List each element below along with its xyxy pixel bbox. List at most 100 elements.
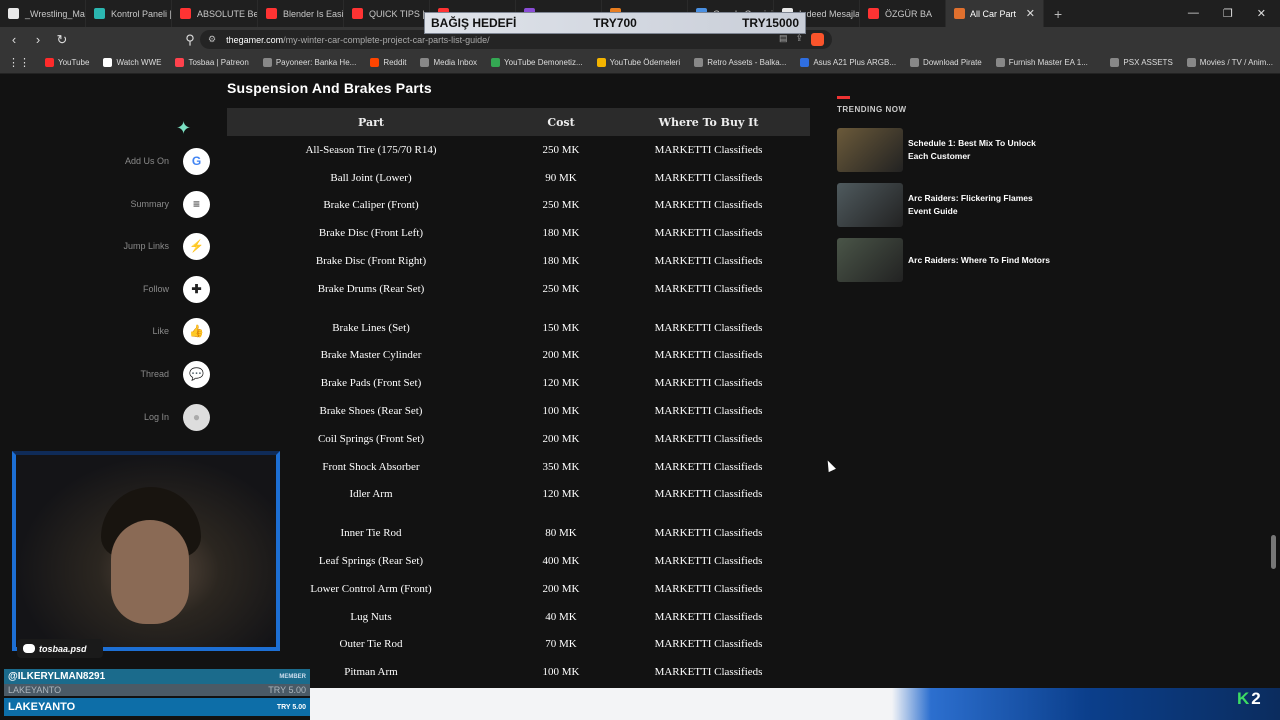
- trending-accent-bar: [837, 96, 850, 99]
- cell-where: MARKETTI Classifieds: [654, 321, 763, 334]
- close-window-button[interactable]: ✕: [1257, 7, 1266, 20]
- share-item-summary[interactable]: Summary ≡: [100, 190, 210, 218]
- share-item-like[interactable]: Like 👍: [100, 317, 210, 345]
- browser-tab[interactable]: ÖZGÜR BA: [860, 0, 946, 27]
- browser-tab[interactable]: Blender Is Easie: [258, 0, 344, 27]
- cell-where: MARKETTI Classifieds: [654, 227, 763, 240]
- bookmark-item[interactable]: Furnish Master EA 1...: [989, 58, 1095, 67]
- member-alert: @ILKERYLMAN8291 MEMBER: [4, 669, 310, 684]
- table-row: Brake Disc (Front Right) 180 MK MARKETTI C…: [227, 247, 810, 275]
- share-item-label: Summary: [130, 199, 169, 209]
- cell-cost: 40 MK: [545, 610, 577, 623]
- bookmark-item[interactable]: Retro Assets - Balka...: [687, 58, 793, 67]
- trending-heading: TRENDING NOW: [837, 105, 907, 114]
- bookmark-item[interactable]: Movies / TV / Anim...: [1180, 58, 1280, 67]
- avatar-icon[interactable]: ●: [183, 403, 210, 431]
- bookmark-label: PSX ASSETS: [1123, 58, 1173, 67]
- bookmark-item[interactable]: Download Pirate: [903, 58, 989, 67]
- apps-icon[interactable]: ⋮⋮: [0, 56, 38, 69]
- cell-where: MARKETTI Classifieds: [654, 460, 763, 473]
- maximize-button[interactable]: ❐: [1223, 7, 1233, 20]
- cell-cost: 350 MK: [542, 460, 580, 473]
- site-settings-icon[interactable]: ⚙: [208, 34, 216, 45]
- browser-tab[interactable]: _Wrestling_Ma: [0, 0, 86, 27]
- bookmark-item[interactable]: Reddit: [363, 58, 413, 67]
- bookmark-item[interactable]: YouTube: [38, 58, 96, 67]
- lightning-icon[interactable]: ⚡: [183, 232, 210, 260]
- bookmark-item[interactable]: Asus A21 Plus ARGB...: [793, 58, 903, 67]
- bookmark-item[interactable]: YouTube Demonetiz...: [484, 58, 590, 67]
- bookmarks-right-group: PSX ASSETS Movies / TV / Anim...: [1103, 58, 1280, 67]
- share-item-add-us-on[interactable]: Add Us On G: [100, 147, 210, 175]
- bookmark-label: Watch WWE: [116, 58, 162, 67]
- table-row: Lug Nuts 40 MK MARKETTI Classifieds: [227, 603, 810, 631]
- close-tab-icon[interactable]: ✕: [1026, 7, 1035, 20]
- browser-tab[interactable]: Kontrol Paneli |: [86, 0, 172, 27]
- bookmark-item[interactable]: Media Inbox: [413, 58, 484, 67]
- thumbs-up-icon[interactable]: 👍: [183, 317, 210, 345]
- table-row: Brake Drums (Rear Set) 250 MK MARKETTI Cla…: [227, 275, 810, 303]
- thread-icon[interactable]: 💬: [183, 360, 210, 388]
- trending-title[interactable]: Arc Raiders: Flickering Flames Event Gui…: [908, 192, 1057, 218]
- stream-bottom-bar: [310, 688, 1280, 720]
- cell-cost: 100 MK: [542, 666, 580, 679]
- tab-favicon-icon: [94, 8, 105, 19]
- reload-icon[interactable]: ↻: [52, 32, 72, 48]
- reader-mode-icon[interactable]: ▤: [779, 33, 788, 46]
- forward-icon[interactable]: ›: [28, 32, 48, 47]
- trending-item[interactable]: Arc Raiders: Where To Find Motors: [837, 237, 1057, 283]
- scrollbar-thumb[interactable]: [1271, 535, 1276, 569]
- share-item-thread[interactable]: Thread 💬: [100, 360, 210, 388]
- trending-item[interactable]: Schedule 1: Best Mix To Unlock Each Cust…: [837, 127, 1057, 173]
- bookmark-icon[interactable]: ✚: [183, 275, 210, 303]
- cell-cost: 100 MK: [542, 405, 580, 418]
- cell-where: MARKETTI Classifieds: [654, 282, 763, 295]
- share-item-log-in[interactable]: Log In ●: [100, 403, 210, 431]
- bookmark-item[interactable]: Tosbaa | Patreon: [168, 58, 255, 67]
- bookmark-item[interactable]: YouTube Ödemeleri: [590, 58, 688, 67]
- browser-tab[interactable]: QUICK TIPS |: [344, 0, 430, 27]
- webcam-scene: [16, 455, 276, 647]
- trending-thumbnail[interactable]: [837, 238, 903, 282]
- trending-now: TRENDING NOW Schedule 1: Best Mix To Unl…: [837, 96, 1057, 292]
- table-row: Outer Tie Rod 70 MK MARKETTI Classifieds: [227, 631, 810, 659]
- donation-alert-ghost: LAKEYANTO TRY 5.00: [4, 684, 310, 696]
- share-item-follow[interactable]: Follow ✚: [100, 275, 210, 303]
- tab-favicon-icon: [180, 8, 191, 19]
- bookmark-label: YouTube Ödemeleri: [609, 58, 681, 67]
- share-icon[interactable]: ⇪: [795, 33, 803, 46]
- trending-thumbnail[interactable]: [837, 128, 903, 172]
- browser-tab-active[interactable]: All Car Part ✕: [946, 0, 1044, 27]
- tab-label: Blender Is Easie: [283, 8, 344, 19]
- trending-thumbnail[interactable]: [837, 183, 903, 227]
- share-item-jump-links[interactable]: Jump Links ⚡: [100, 232, 210, 260]
- page-scrollbar[interactable]: [1270, 75, 1276, 690]
- browser-tab[interactable]: ABSOLUTE Beg: [172, 0, 258, 27]
- cell-cost: 120 MK: [542, 488, 580, 501]
- table-row: Brake Lines (Set) 150 MK MARKETTI Classifi…: [227, 314, 810, 342]
- brave-shield-icon[interactable]: [811, 33, 824, 46]
- google-icon[interactable]: G: [183, 147, 210, 175]
- new-tab-button[interactable]: +: [1044, 6, 1072, 22]
- bookmark-item[interactable]: Payoneer: Banka He...: [256, 58, 364, 67]
- bookmark-label: Payoneer: Banka He...: [275, 58, 357, 67]
- table-row: Ball Joint (Lower) 90 MK MARKETTI Classifi…: [227, 164, 810, 192]
- bookmark-favicon-icon: [1186, 58, 1196, 67]
- tab-label: Indeed Mesajla: [799, 8, 860, 19]
- bookmark-page-icon[interactable]: ⚲: [180, 32, 200, 48]
- bookmark-favicon-icon: [491, 58, 501, 67]
- bookmark-label: Asus A21 Plus ARGB...: [813, 58, 897, 67]
- minimize-button[interactable]: —: [1188, 7, 1199, 20]
- sparkle-icon: ✦: [176, 118, 192, 138]
- trending-title[interactable]: Arc Raiders: Where To Find Motors: [908, 254, 1050, 267]
- bookmark-item[interactable]: Watch WWE: [96, 58, 168, 67]
- cell-cost: 90 MK: [545, 171, 577, 184]
- bookmark-item[interactable]: PSX ASSETS: [1103, 58, 1179, 67]
- member-alert-name: @ILKERYLMAN8291: [8, 671, 106, 682]
- back-icon[interactable]: ‹: [4, 32, 24, 47]
- trending-item[interactable]: Arc Raiders: Flickering Flames Event Gui…: [837, 182, 1057, 228]
- bookmark-label: Download Pirate: [923, 58, 982, 67]
- summary-icon[interactable]: ≡: [183, 190, 210, 218]
- tab-label: _Wrestling_Ma: [25, 8, 85, 19]
- trending-title[interactable]: Schedule 1: Best Mix To Unlock Each Cust…: [908, 137, 1057, 163]
